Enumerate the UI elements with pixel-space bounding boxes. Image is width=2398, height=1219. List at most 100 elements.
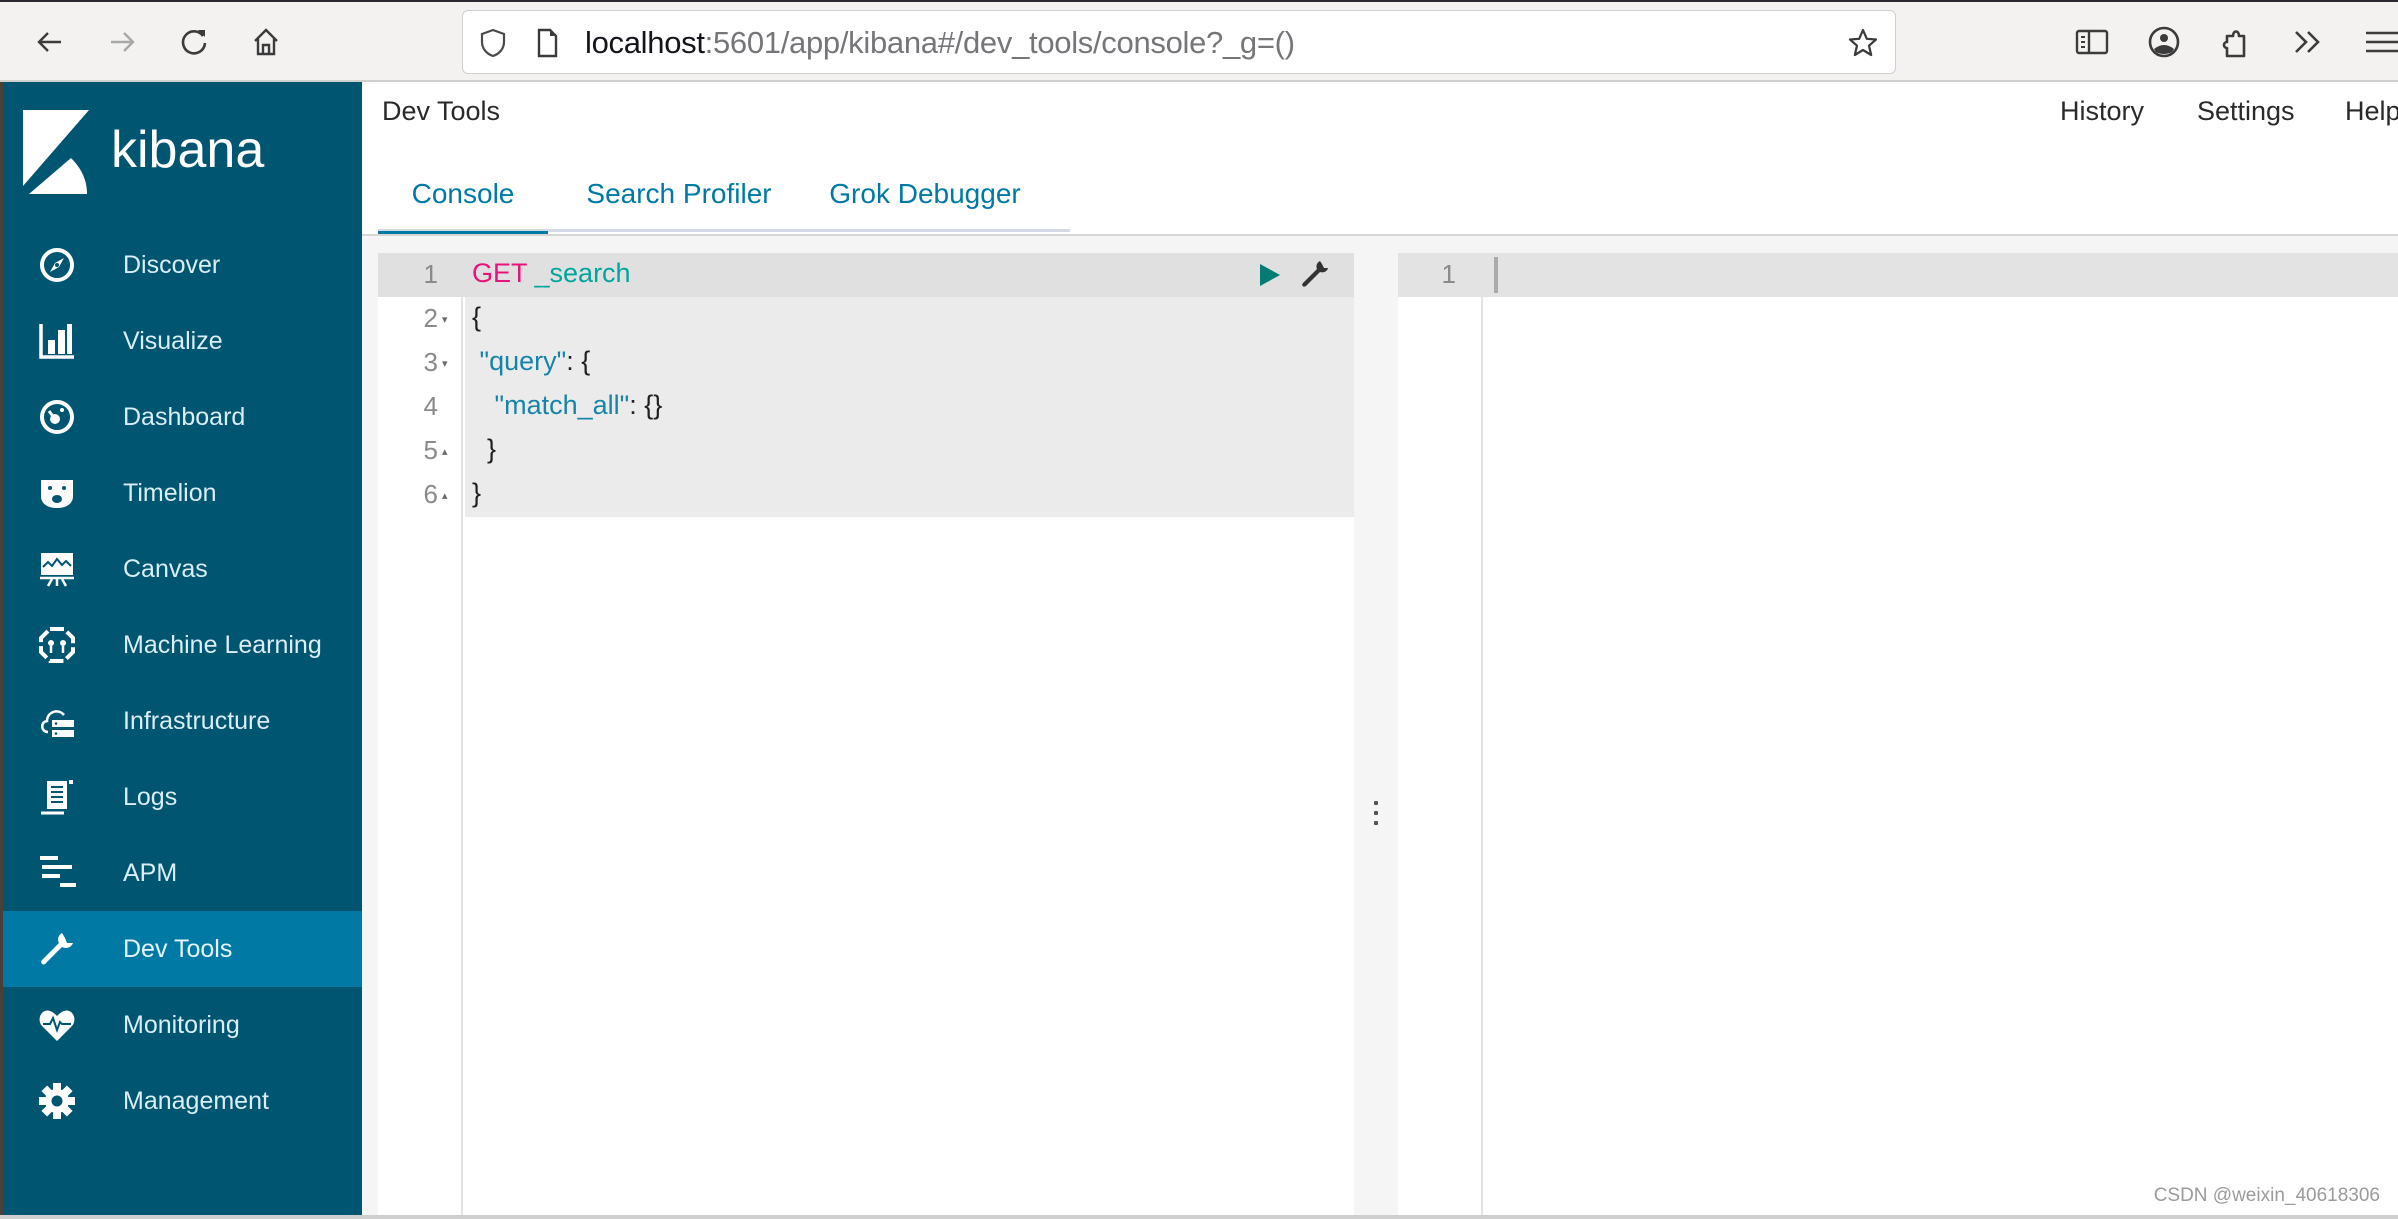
- sidebar-item-label: Dashboard: [123, 402, 246, 431]
- sidebar-item-management[interactable]: Management: [3, 1063, 362, 1139]
- sidebar-item-canvas[interactable]: Canvas: [3, 531, 362, 607]
- tab-search-profiler[interactable]: Search Profiler: [576, 162, 782, 232]
- code-line[interactable]: 2 ▾ {: [378, 297, 1354, 341]
- sidebar-item-machine-learning[interactable]: Machine Learning: [3, 607, 362, 683]
- json-punct: : {}: [629, 390, 663, 420]
- fold-open-icon[interactable]: ▾: [442, 357, 448, 370]
- request-editor[interactable]: 1 GET _search 2 ▾ { 3 ▾ "query": { 4 "ma…: [378, 253, 1354, 1217]
- json-key: "query": [472, 346, 567, 376]
- sidebar-item-apm[interactable]: APM: [3, 835, 362, 911]
- page-icon[interactable]: [531, 27, 563, 59]
- watermark: CSDN @weixin_40618306: [2153, 1185, 2380, 1206]
- sidebar-item-infrastructure[interactable]: Infrastructure: [3, 683, 362, 759]
- url-text[interactable]: localhost:5601/app/kibana#/dev_tools/con…: [585, 25, 1295, 61]
- sidebar-item-discover[interactable]: Discover: [3, 227, 362, 303]
- sidebar-item-label: Discover: [123, 250, 221, 279]
- output-gutter: [1398, 253, 1483, 1217]
- logo-text[interactable]: kibana: [111, 120, 264, 180]
- sidebar-item-label: APM: [123, 858, 178, 887]
- infrastructure-icon: [37, 701, 77, 741]
- browser-toolbar: localhost:5601/app/kibana#/dev_tools/con…: [0, 0, 2398, 82]
- url-host: localhost: [585, 25, 705, 60]
- settings-link[interactable]: Settings: [2197, 96, 2295, 127]
- dashboard-icon: [37, 397, 77, 437]
- reader-view-icon[interactable]: [2072, 22, 2112, 62]
- sidebar-item-dev-tools[interactable]: Dev Tools: [3, 911, 362, 987]
- resizer-dot: [1374, 801, 1378, 805]
- code-line[interactable]: 3 ▾ "query": {: [378, 341, 1354, 385]
- back-icon: [37, 32, 61, 52]
- home-button[interactable]: [244, 20, 288, 64]
- sidebar-item-dashboard[interactable]: Dashboard: [3, 379, 362, 455]
- response-output[interactable]: 1: [1398, 253, 2398, 1217]
- code-text: "match_all": {}: [472, 390, 663, 421]
- tab-grok-debugger[interactable]: Grok Debugger: [810, 162, 1040, 232]
- code-line[interactable]: 1 GET _search: [378, 253, 1354, 297]
- code-line[interactable]: 5 ▴ }: [378, 429, 1354, 473]
- url-path: :5601/app/kibana#/dev_tools/console?_g=(…: [704, 25, 1295, 60]
- extensions-icon[interactable]: [2216, 22, 2256, 62]
- code-line[interactable]: 6 ▴ }: [378, 473, 1354, 517]
- bar-chart-icon: [37, 321, 77, 361]
- sidebar-item-label: Infrastructure: [123, 706, 271, 735]
- run-request-button[interactable]: [1256, 261, 1282, 289]
- sidebar-item-label: Machine Learning: [123, 630, 322, 659]
- url-bar[interactable]: localhost:5601/app/kibana#/dev_tools/con…: [462, 10, 1896, 74]
- sidebar: kibana Discover Visualize Dashboard Time…: [0, 82, 362, 1215]
- code-text: "query": {: [472, 346, 591, 377]
- sidebar-item-label: Timelion: [123, 478, 217, 507]
- sidebar-item-label: Monitoring: [123, 1010, 240, 1039]
- sidebar-item-label: Logs: [123, 782, 178, 811]
- request-method: GET: [472, 258, 528, 288]
- line-number: 2: [423, 303, 438, 333]
- reload-button[interactable]: [172, 20, 216, 64]
- reload-icon: [181, 30, 207, 55]
- output-line: 1: [1398, 253, 2398, 297]
- line-number: 5: [423, 435, 438, 465]
- bookmark-star-icon[interactable]: [1847, 27, 1879, 59]
- forward-icon: [111, 32, 135, 52]
- menu-icon[interactable]: [2358, 22, 2398, 62]
- fold-open-icon[interactable]: ▾: [442, 313, 448, 326]
- history-link[interactable]: History: [2060, 96, 2144, 127]
- code-text: }: [472, 478, 482, 508]
- json-key: "match_all": [472, 390, 630, 420]
- code-text: {: [472, 302, 482, 332]
- request-path: _search: [527, 258, 631, 288]
- bottom-edge: [0, 1215, 2398, 1219]
- line-number: 1: [1441, 259, 1456, 289]
- fold-close-icon[interactable]: ▴: [442, 489, 448, 502]
- line-number: 4: [423, 391, 438, 421]
- fold-close-icon[interactable]: ▴: [442, 445, 448, 458]
- code-line[interactable]: 4 "match_all": {}: [378, 385, 1354, 429]
- resizer-dot: [1374, 821, 1378, 825]
- text-cursor: [1494, 257, 1498, 293]
- tab-console[interactable]: Console: [378, 162, 548, 235]
- json-punct: : {: [566, 346, 591, 376]
- apm-icon: [37, 853, 77, 893]
- gear-icon: [37, 1081, 77, 1121]
- sidebar-item-timelion[interactable]: Timelion: [3, 455, 362, 531]
- back-button[interactable]: [28, 20, 72, 64]
- main-panel: Dev Tools History Settings Help Console …: [362, 82, 2398, 1217]
- line-number: 3: [423, 347, 438, 377]
- machine-learning-icon: [37, 625, 77, 665]
- help-link[interactable]: Help: [2345, 96, 2398, 127]
- sidebar-item-label: Canvas: [123, 554, 208, 583]
- sidebar-item-visualize[interactable]: Visualize: [3, 303, 362, 379]
- logs-icon: [37, 777, 77, 817]
- sidebar-item-monitoring[interactable]: Monitoring: [3, 987, 362, 1063]
- forward-button[interactable]: [100, 20, 144, 64]
- line-number: 6: [423, 479, 438, 509]
- wrench-settings-button[interactable]: [1300, 259, 1330, 289]
- compass-icon: [37, 245, 77, 285]
- panel-resizer[interactable]: [1354, 253, 1398, 1217]
- tab-bar: Console Search Profiler Grok Debugger: [378, 162, 1070, 235]
- overflow-chevrons-icon[interactable]: [2288, 22, 2328, 62]
- kibana-logo-icon[interactable]: [23, 110, 93, 196]
- code-text: }: [472, 434, 497, 464]
- account-icon[interactable]: [2144, 22, 2184, 62]
- sidebar-item-logs[interactable]: Logs: [3, 759, 362, 835]
- shield-icon[interactable]: [477, 27, 509, 59]
- wrench-icon: [1302, 261, 1328, 287]
